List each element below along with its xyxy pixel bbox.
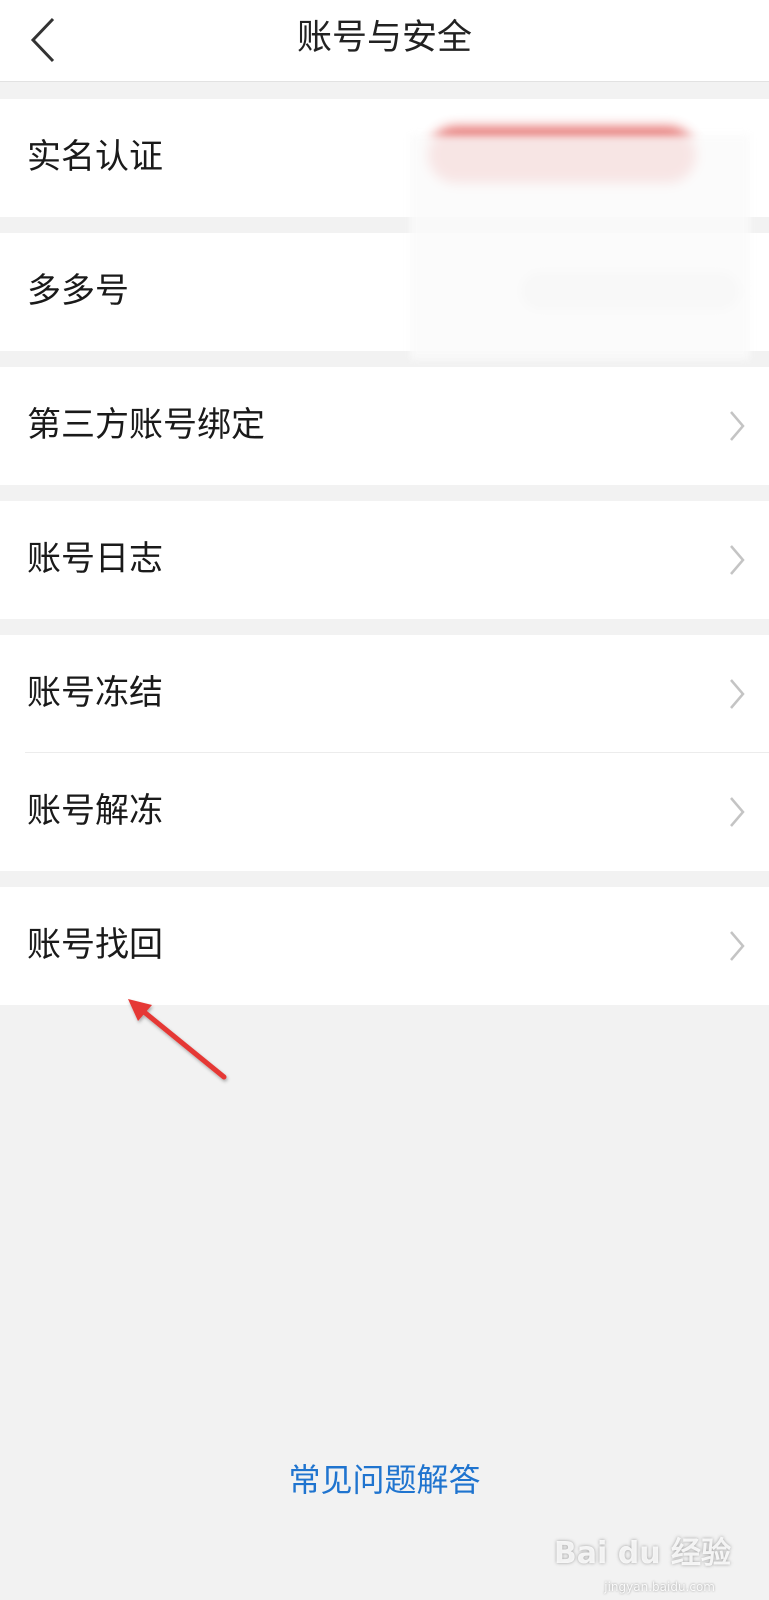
chevron-right-icon [730, 797, 745, 827]
redaction-overlay [410, 135, 750, 360]
row-label: 账号冻结 [27, 673, 163, 713]
chevron-right-icon [730, 931, 745, 961]
row-label: 账号解冻 [27, 791, 163, 831]
faq-link[interactable]: 常见问题解答 [0, 1450, 769, 1510]
row-label: 账号找回 [27, 925, 163, 965]
row-label: 多多号 [27, 271, 129, 311]
row-label: 账号日志 [27, 539, 163, 579]
row-account-freeze[interactable]: 账号冻结 [0, 635, 769, 753]
top-bar: 账号与安全 [0, 0, 769, 82]
row-label: 第三方账号绑定 [27, 405, 265, 445]
chevron-right-icon [730, 411, 745, 441]
annotation-arrow-icon [128, 999, 227, 1080]
page-title: 账号与安全 [296, 18, 472, 58]
row-account-unfreeze[interactable]: 账号解冻 [0, 753, 769, 871]
watermark-url: jingyan.baidu.com [604, 1580, 715, 1594]
row-label: 实名认证 [27, 137, 163, 177]
baidu-watermark: Bai du 经验 [553, 1536, 731, 1571]
row-account-recovery[interactable]: 账号找回 [0, 887, 769, 1005]
row-account-log[interactable]: 账号日志 [0, 501, 769, 619]
chevron-right-icon [730, 679, 745, 709]
chevron-right-icon [730, 545, 745, 575]
row-third-party-binding[interactable]: 第三方账号绑定 [0, 367, 769, 485]
